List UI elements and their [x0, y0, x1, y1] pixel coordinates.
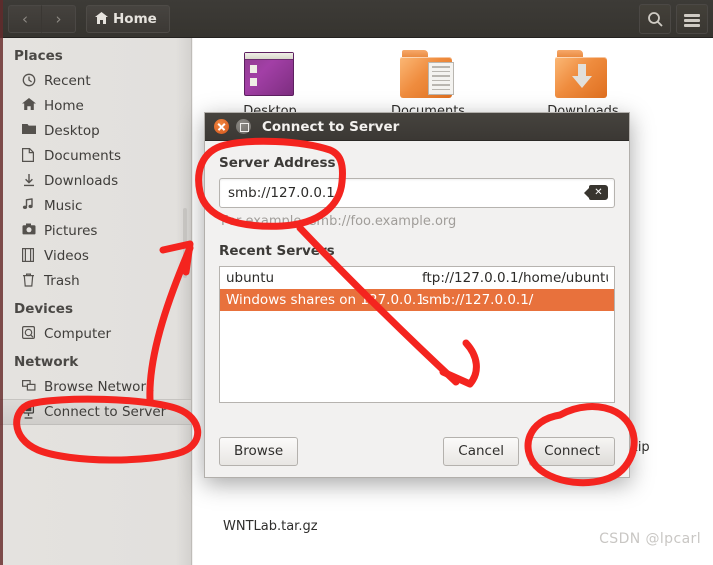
file-item-documents[interactable]: Documents	[373, 50, 483, 119]
sidebar-item-label: Recent	[44, 72, 91, 89]
hamburger-menu-icon	[684, 12, 700, 29]
recent-server-name: Windows shares on 127.0.0.1	[226, 292, 422, 308]
watermark: CSDN @lpcarl	[599, 531, 701, 547]
sidebar-item-recent[interactable]: Recent	[0, 68, 191, 93]
list-item[interactable]: Windows shares on 127.0.0.1 smb://127.0.…	[220, 289, 614, 311]
sidebar: Places Recent Home Desktop Documents Dow…	[0, 38, 192, 565]
server-address-field-wrap: ✕	[219, 178, 615, 208]
clear-text-icon[interactable]: ✕	[584, 185, 608, 200]
sidebar-item-trash[interactable]: Trash	[0, 268, 191, 293]
documents-folder-icon	[400, 50, 456, 100]
music-note-icon	[22, 198, 37, 213]
search-icon	[647, 12, 663, 27]
connect-to-server-dialog: Connect to Server Server Address ✕ For e…	[204, 112, 630, 478]
sidebar-item-desktop[interactable]: Desktop	[0, 118, 191, 143]
sidebar-item-browse-network[interactable]: Browse Network	[0, 374, 191, 399]
sidebar-item-connect-to-server[interactable]: Connect to Server	[0, 399, 191, 425]
dialog-title: Connect to Server	[262, 118, 400, 135]
back-button[interactable]: ‹	[8, 5, 42, 33]
download-icon	[22, 173, 37, 188]
recent-servers-list[interactable]: ubuntu ftp://127.0.0.1/home/ubuntu Windo…	[219, 266, 615, 403]
recent-servers-label: Recent Servers	[219, 243, 335, 259]
sidebar-item-home[interactable]: Home	[0, 93, 191, 118]
sidebar-item-label: Videos	[44, 247, 89, 264]
sidebar-item-label: Computer	[44, 325, 112, 342]
dialog-footer: Browse Cancel Connect	[205, 425, 629, 477]
window-toolbar: ‹ › Home	[0, 0, 713, 38]
sidebar-section-places-title: Places	[14, 48, 63, 64]
network-icon	[22, 379, 37, 394]
sidebar-item-label: Pictures	[44, 222, 98, 239]
home-icon	[22, 98, 37, 113]
server-address-input[interactable]	[219, 178, 615, 208]
file-item-downloads[interactable]: Downloads	[528, 50, 638, 119]
downloads-folder-icon	[555, 50, 611, 100]
file-item-desktop[interactable]: Desktop	[215, 50, 325, 119]
sidebar-section-network-title: Network	[14, 354, 79, 370]
file-item-label-zip: zip	[631, 440, 650, 455]
file-manager-window: ‹ › Home Places Recent Home Desktop Docu…	[0, 0, 713, 565]
server-address-label: Server Address	[219, 155, 336, 171]
home-icon	[95, 7, 108, 34]
close-icon[interactable]	[214, 119, 229, 134]
menu-button[interactable]	[676, 4, 708, 34]
sidebar-item-label: Trash	[44, 272, 80, 289]
sidebar-item-label: Music	[44, 197, 83, 214]
desktop-folder-icon	[242, 50, 298, 100]
sidebar-item-label: Desktop	[44, 122, 100, 139]
sidebar-item-pictures[interactable]: Pictures	[0, 218, 191, 243]
sidebar-item-videos[interactable]: Videos	[0, 243, 191, 268]
server-address-hint: For example, smb://foo.example.org	[221, 214, 457, 229]
sidebar-item-documents[interactable]: Documents	[0, 143, 191, 168]
back-chevron-icon: ‹	[22, 10, 28, 28]
sidebar-item-downloads[interactable]: Downloads	[0, 168, 191, 193]
sidebar-item-label: Documents	[44, 147, 121, 164]
sidebar-scrollbar[interactable]	[183, 208, 187, 278]
recent-server-uri: smb://127.0.0.1/	[422, 292, 534, 308]
breadcrumb-label: Home	[113, 11, 157, 27]
dialog-body: Server Address ✕ For example, smb://foo.…	[205, 141, 629, 403]
sidebar-item-label: Home	[44, 97, 84, 114]
recent-server-uri: ftp://127.0.0.1/home/ubuntu	[422, 270, 608, 286]
sidebar-item-music[interactable]: Music	[0, 193, 191, 218]
recent-server-name: ubuntu	[226, 270, 275, 286]
sidebar-item-label: Connect to Server	[44, 404, 167, 420]
disk-icon	[22, 326, 37, 341]
maximize-icon[interactable]	[236, 119, 251, 134]
trash-icon	[22, 273, 37, 288]
list-item[interactable]: ubuntu ftp://127.0.0.1/home/ubuntu	[220, 267, 614, 289]
sidebar-item-label: Downloads	[44, 172, 119, 189]
cancel-button[interactable]: Cancel	[443, 436, 520, 466]
file-item-label-wntlab: WNTLab.tar.gz	[223, 519, 318, 534]
folder-icon	[22, 123, 37, 138]
forward-chevron-icon: ›	[55, 10, 62, 28]
sidebar-item-computer[interactable]: Computer	[0, 321, 191, 346]
browse-button[interactable]: Browse	[219, 436, 299, 466]
forward-button[interactable]: ›	[42, 5, 76, 33]
film-icon	[22, 248, 37, 263]
connect-button[interactable]: Connect	[529, 436, 615, 466]
search-button[interactable]	[639, 4, 671, 34]
document-icon	[22, 148, 37, 163]
camera-icon	[22, 223, 37, 238]
sidebar-item-label: Browse Network	[44, 378, 154, 395]
breadcrumb-home[interactable]: Home	[86, 5, 170, 33]
dialog-titlebar[interactable]: Connect to Server	[205, 113, 629, 141]
server-icon	[22, 404, 37, 420]
sidebar-section-devices-title: Devices	[14, 301, 73, 317]
clock-icon	[22, 73, 37, 88]
